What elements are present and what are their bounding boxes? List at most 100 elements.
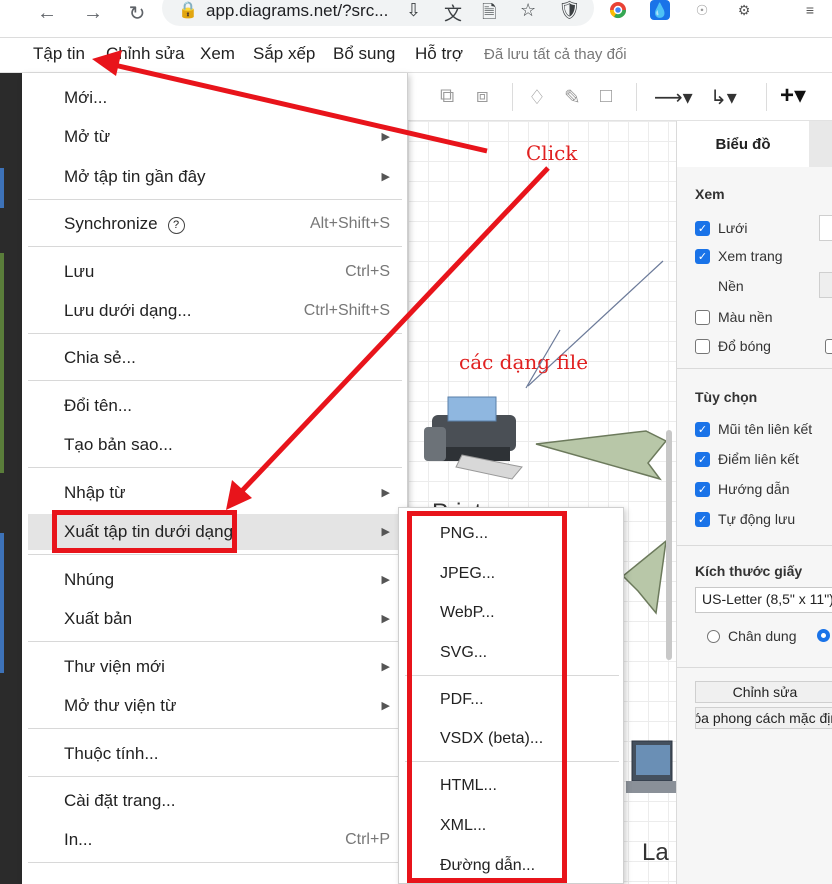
grid-checkbox[interactable]: ✓: [695, 220, 710, 236]
page-view-checkbox[interactable]: ✓: [695, 248, 710, 264]
url-text[interactable]: app.diagrams.net/?src...: [206, 1, 388, 21]
autosave-option[interactable]: ✓ Tự động lưu: [695, 509, 795, 529]
shield-icon[interactable]: 🛡: [558, 0, 581, 21]
shadow-icon[interactable]: □: [600, 85, 612, 108]
menu-item-new-library[interactable]: Thư viện mới ▶: [28, 649, 402, 685]
tab-diagram[interactable]: Biểu đồ: [677, 121, 809, 167]
menu-item-properties[interactable]: Thuộc tính...: [28, 736, 402, 772]
edit-button[interactable]: Chỉnh sửa: [695, 681, 832, 703]
paper-size-select[interactable]: US-Letter (8,5" x 11"): [695, 587, 832, 613]
menu-item-publish[interactable]: Xuất bản ▶: [28, 601, 402, 637]
portrait-radio[interactable]: [707, 629, 720, 643]
insert-plus-icon[interactable]: +▾: [780, 81, 806, 110]
shadow-label: Đổ bóng: [718, 338, 771, 354]
menu-item-label: Nhập từ: [64, 483, 126, 502]
menu-item-open-library-from[interactable]: Mở thư viện từ ▶: [28, 688, 402, 724]
menu-item-embed[interactable]: Nhúng ▶: [28, 562, 402, 598]
canvas-scrollbar[interactable]: [666, 430, 672, 660]
reload-icon[interactable]: ↻: [124, 0, 150, 26]
menu-item-synchronize[interactable]: Synchronize? Alt+Shift+S: [28, 206, 402, 242]
printer-shape: [424, 396, 523, 480]
back-icon[interactable]: ←: [34, 0, 60, 26]
menu-item-label: Xuất bản: [64, 609, 133, 628]
background-color-label: Màu nền: [718, 309, 773, 325]
autosave-checkbox[interactable]: ✓: [695, 511, 710, 527]
connection-arrows-option[interactable]: ✓ Mũi tên liên kết: [695, 419, 812, 439]
submenu-arrow-icon: ▶: [381, 613, 390, 625]
menu-help[interactable]: Hỗ trợ: [415, 44, 463, 64]
connection-points-checkbox[interactable]: ✓: [695, 451, 710, 467]
shadow-checkbox[interactable]: [695, 338, 710, 354]
portrait-label: Chân dung: [728, 628, 797, 644]
help-icon[interactable]: ?: [167, 216, 185, 234]
menu-item-shortcut: Alt+Shift+S: [309, 215, 390, 232]
synchronize-text: Synchronize: [64, 214, 158, 233]
portrait-option[interactable]: Chân dung: [707, 626, 797, 646]
tab-style[interactable]: [809, 121, 832, 167]
menu-item-import-from[interactable]: Nhập từ ▶: [28, 475, 402, 511]
waypoint-icon[interactable]: ↳▾: [710, 85, 737, 110]
landscape-radio[interactable]: [817, 629, 830, 642]
clear-default-style-button[interactable]: Xóa phong cách mặc định: [695, 707, 832, 729]
line-color-icon[interactable]: ✎: [564, 85, 581, 110]
menu-item-label: In...: [64, 830, 93, 849]
browser-toolbar: ← → ↻ 🔒 app.diagrams.net/?src... ⇩ 文 🗎 ☆…: [0, 0, 832, 38]
translate-icon[interactable]: 文: [444, 0, 462, 26]
menu-item-save[interactable]: Lưu Ctrl+S: [28, 254, 402, 290]
menu-item-label: Mở tập tin gần đây: [64, 167, 206, 186]
to-back-icon[interactable]: ⧈: [476, 85, 489, 108]
to-front-icon[interactable]: ⧉: [440, 85, 454, 108]
menu-item-shortcut: Ctrl+Shift+S: [303, 302, 390, 319]
bookmark-star-icon[interactable]: ☆: [520, 0, 536, 21]
menu-file[interactable]: Tập tin: [33, 44, 85, 64]
connection-arrow-icon[interactable]: ⟶▾: [654, 85, 693, 110]
menu-item-label: Nhúng: [64, 570, 115, 589]
grid-label: Lưới: [718, 220, 748, 236]
menu-extras[interactable]: Bổ sung: [333, 44, 395, 64]
menu-item-label: Mở thư viện từ: [64, 696, 177, 715]
menu-item-share[interactable]: Chia sẻ...: [28, 340, 402, 376]
extra-checkbox[interactable]: [825, 339, 832, 354]
reading-list-icon[interactable]: ≡: [800, 0, 820, 20]
connection-points-option[interactable]: ✓ Điểm liên kết: [695, 449, 799, 469]
grid-option[interactable]: ✓ Lưới: [695, 218, 747, 238]
guides-checkbox[interactable]: ✓: [695, 481, 710, 497]
menu-item-label: Cài đặt trang...: [64, 791, 176, 810]
download-icon[interactable]: ⇩: [406, 0, 421, 21]
puzzle-icon[interactable]: ⚙: [734, 0, 754, 20]
menu-view[interactable]: Xem: [200, 44, 235, 64]
format-panel: Biểu đồ Xem ✓ Lưới ✓ Xem trang Nền Màu n…: [676, 121, 832, 884]
menu-item-rename[interactable]: Đổi tên...: [28, 388, 402, 424]
page-view-label: Xem trang: [718, 248, 783, 264]
menu-item-open-recent[interactable]: Mở tập tin gần đây ▶: [28, 159, 402, 195]
file-types-annotation: các dạng file: [459, 350, 589, 374]
chrome-icon[interactable]: [608, 0, 628, 20]
background-color-option[interactable]: Màu nền: [695, 307, 772, 327]
save-page-icon[interactable]: 🗎: [482, 0, 496, 30]
menu-item-open-from[interactable]: Mở từ ▶: [28, 119, 402, 155]
menu-bar: Tập tin Chỉnh sửa Xem Sắp xếp Bổ sung Hỗ…: [0, 38, 832, 73]
menu-item-print[interactable]: In... Ctrl+P: [28, 822, 402, 858]
shadow-option[interactable]: Đổ bóng: [695, 336, 771, 356]
background-color-checkbox[interactable]: [695, 309, 710, 325]
compass-icon[interactable]: ☉: [692, 0, 712, 20]
left-panel-edge: [0, 73, 22, 884]
guides-option[interactable]: ✓ Hướng dẫn: [695, 479, 789, 499]
view-heading: Xem: [695, 186, 725, 202]
options-heading: Tùy chọn: [695, 389, 758, 405]
lock-icon[interactable]: 🔒: [178, 0, 198, 20]
fill-color-icon[interactable]: ♢: [528, 85, 546, 110]
menu-arrange[interactable]: Sắp xếp: [253, 44, 315, 64]
menu-edit[interactable]: Chỉnh sửa: [106, 44, 184, 64]
forward-icon[interactable]: →: [80, 0, 106, 26]
connection-arrows-checkbox[interactable]: ✓: [695, 421, 710, 437]
menu-item-page-setup[interactable]: Cài đặt trang...: [28, 783, 402, 819]
water-drop-icon[interactable]: 💧: [650, 0, 670, 20]
background-label: Nền: [718, 278, 744, 294]
menu-item-label: Thư viện mới: [64, 657, 165, 676]
menu-item-save-as[interactable]: Lưu dưới dạng... Ctrl+Shift+S: [28, 293, 402, 329]
menu-item-label: Chia sẻ...: [64, 348, 136, 367]
menu-item-make-copy[interactable]: Tạo bản sao...: [28, 427, 402, 463]
page-view-option[interactable]: ✓ Xem trang: [695, 246, 783, 266]
menu-item-new[interactable]: Mới...: [28, 80, 402, 116]
